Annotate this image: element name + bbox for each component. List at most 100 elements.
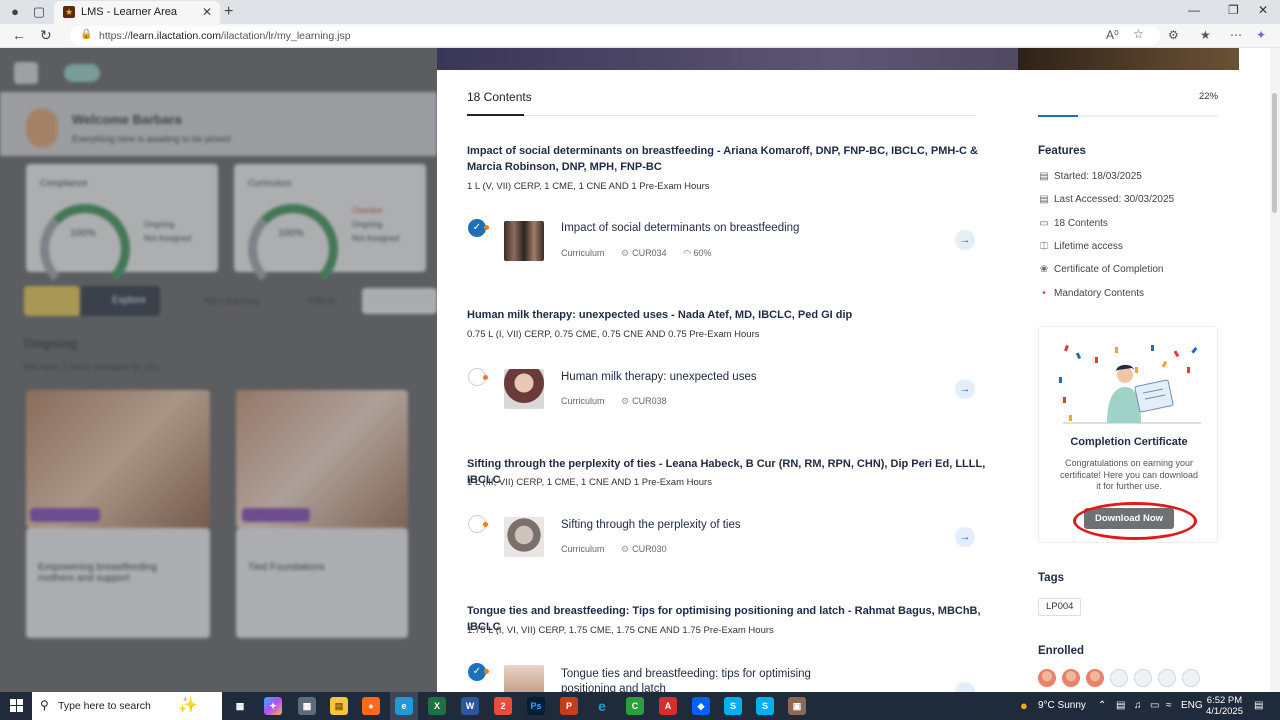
tab-contents[interactable]: 18 Contents	[467, 90, 532, 104]
read-aloud-icon[interactable]: A⁰	[1106, 28, 1119, 42]
item-title[interactable]: Human milk therapy: unexpected uses	[561, 371, 757, 383]
item-title[interactable]: Sifting through the perplexity of ties	[561, 519, 741, 531]
profile-icon[interactable]: ●	[6, 3, 24, 21]
hero-image	[1018, 48, 1239, 70]
item-thumbnail[interactable]	[504, 517, 544, 557]
open-item-arrow-icon[interactable]: →	[955, 230, 975, 250]
item-meta: Curriculum ⚙ CUR030	[561, 544, 667, 555]
certificate-text: Congratulations on earning your certific…	[1059, 458, 1199, 491]
bg-subtitle: Everything here is awaiting to be picked	[72, 134, 231, 144]
item-type: Curriculum	[561, 544, 605, 554]
network-icon[interactable]: ▤	[1116, 700, 1125, 711]
bg-tab-accent	[24, 286, 80, 316]
item-thumbnail[interactable]	[504, 221, 544, 261]
module-title[interactable]: Impact of social determinants on breastf…	[467, 143, 987, 175]
item-code: CUR038	[632, 396, 667, 406]
edge-icon[interactable]: e	[395, 697, 413, 715]
bg-ongoing-sub: We have 2 items available for you	[24, 362, 159, 372]
tags-heading: Tags	[1038, 572, 1064, 584]
refresh-icon[interactable]: ↻	[40, 27, 52, 44]
scrollbar-thumb[interactable]	[1272, 93, 1277, 213]
camtasia-icon[interactable]: C	[626, 697, 644, 715]
back-icon[interactable]: ←	[12, 27, 26, 43]
calculator-icon[interactable]: ▦	[298, 697, 316, 715]
more-menu-icon[interactable]: ⋯	[1230, 28, 1242, 42]
avatar[interactable]	[1062, 669, 1080, 687]
avatar[interactable]	[1038, 669, 1056, 687]
search-placeholder: Type here to search	[58, 700, 151, 712]
minimize-icon[interactable]: —	[1188, 3, 1200, 17]
url-field[interactable]: 🔒 https://learn.ilactation.com/ilactatio…	[70, 26, 1160, 46]
bg-card-body-1: Empowering breastfeeding mothers and sup…	[26, 528, 210, 638]
item-code: CUR034	[632, 248, 667, 258]
contents-icon: ▭	[1039, 218, 1049, 229]
bg-welcome-band	[0, 92, 437, 156]
highlight-annotation-ring	[1073, 502, 1197, 540]
favorite-star-icon[interactable]: ☆	[1133, 27, 1144, 41]
tab-divider	[524, 115, 976, 116]
favorites-icon[interactable]: ★	[1200, 28, 1211, 42]
avatar[interactable]	[1182, 669, 1200, 687]
progress-percent: 22%	[1199, 91, 1219, 102]
dropbox-icon[interactable]: ◆	[692, 697, 710, 715]
not-started-status-icon	[468, 368, 488, 386]
module-credits: 1 L (III, VII) CERP, 1 CME, 1 CNE AND 1 …	[467, 477, 712, 488]
powerpoint-icon[interactable]: P	[560, 697, 578, 715]
notifications-icon[interactable]: ▤	[1254, 700, 1263, 711]
browser-tab[interactable]: ★ LMS - Learner Area ✕	[54, 1, 220, 24]
excel-icon[interactable]: X	[428, 697, 446, 715]
item-title[interactable]: Tongue ties and breastfeeding: tips for …	[561, 667, 811, 692]
open-item-arrow-icon[interactable]: →	[955, 682, 975, 692]
internet-explorer-icon[interactable]: e	[593, 697, 611, 715]
file-explorer-icon[interactable]: ▤	[330, 697, 348, 715]
tab-close-icon[interactable]: ✕	[202, 5, 212, 19]
item-title[interactable]: Impact of social determinants on breastf…	[561, 222, 799, 234]
module-title[interactable]: Human milk therapy: unexpected uses - Na…	[467, 307, 987, 323]
calendar-icon: ▤	[1039, 171, 1049, 182]
search-highlight-icon: ✨	[178, 697, 198, 714]
copilot-taskbar-icon[interactable]: ✦	[264, 697, 282, 715]
battery-icon[interactable]: ▭	[1150, 700, 1159, 711]
notification-app-icon[interactable]: 2	[494, 697, 512, 715]
avatar[interactable]	[1086, 669, 1104, 687]
skype-icon[interactable]: S	[724, 697, 742, 715]
windows-start-icon[interactable]	[10, 699, 23, 712]
tab-actions-icon[interactable]: ▢	[30, 3, 48, 21]
pinned-app-icon[interactable]: ▣	[788, 697, 806, 715]
avatar[interactable]	[1158, 669, 1176, 687]
item-thumbnail[interactable]	[504, 665, 544, 692]
show-hidden-icons-icon[interactable]: ⌃	[1098, 700, 1106, 711]
acrobat-icon[interactable]: A	[659, 697, 677, 715]
restore-icon[interactable]: ❐	[1228, 3, 1239, 17]
tab-active-underline	[467, 114, 524, 116]
open-item-arrow-icon[interactable]: →	[955, 379, 975, 399]
unlock-icon: ⎅	[1040, 241, 1048, 252]
avatar[interactable]	[1134, 669, 1152, 687]
item-thumbnail[interactable]	[504, 369, 544, 409]
word-icon[interactable]: W	[461, 697, 479, 715]
system-clock[interactable]: 6:52 PM 4/1/2025	[1206, 695, 1243, 717]
avatar[interactable]	[1110, 669, 1128, 687]
wifi-icon[interactable]: ≈	[1166, 700, 1172, 711]
feature-mandatory: • Mandatory Contents	[1038, 288, 1144, 299]
close-window-icon[interactable]: ✕	[1258, 3, 1268, 17]
skype-business-icon[interactable]: S	[756, 697, 774, 715]
open-item-arrow-icon[interactable]: →	[955, 527, 975, 547]
volume-icon[interactable]: ♫	[1134, 700, 1142, 711]
firefox-icon[interactable]: ●	[362, 697, 380, 715]
extensions-icon[interactable]: ⚙	[1168, 28, 1179, 42]
language-indicator[interactable]: ENG	[1181, 700, 1203, 711]
photoshop-icon[interactable]: Ps	[527, 697, 545, 715]
copilot-icon[interactable]: ✦	[1256, 28, 1266, 42]
tag-chip[interactable]: LP004	[1038, 598, 1082, 616]
course-detail-drawer: 18 Contents Impact of social determinant…	[437, 48, 1270, 692]
taskbar-search[interactable]: ⚲ Type here to search ✨	[32, 692, 222, 720]
scrollbar[interactable]	[1270, 48, 1280, 692]
task-view-icon[interactable]: ▦	[231, 697, 249, 715]
bg-card-body-2: Tied Foundations	[236, 528, 408, 638]
weather-icon[interactable]: ●	[1020, 698, 1028, 713]
weather-text[interactable]: 9°C Sunny	[1038, 700, 1086, 711]
new-tab-icon[interactable]: +	[224, 3, 233, 21]
bg-explore-tab: Explore	[80, 286, 160, 316]
feature-started: ▤ Started: 18/03/2025	[1039, 171, 1142, 182]
